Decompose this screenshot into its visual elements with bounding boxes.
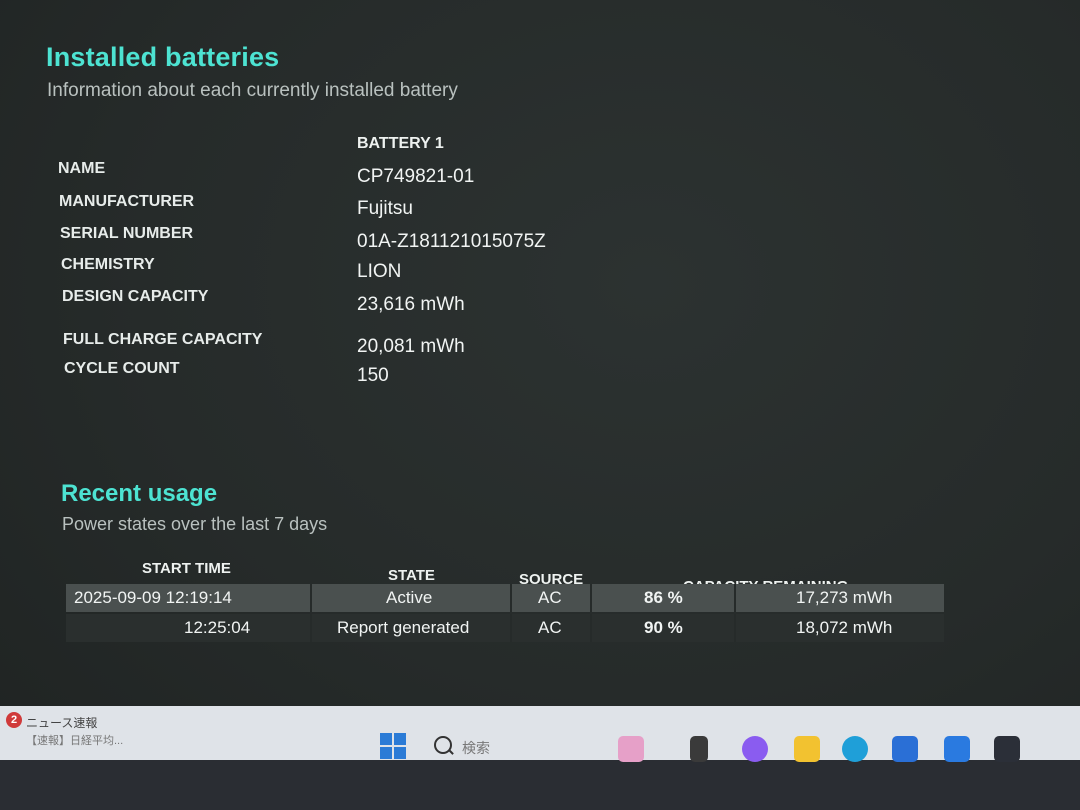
value-full-charge-capacity: 20,081 mWh bbox=[357, 336, 465, 357]
column-state: STATE bbox=[388, 567, 435, 584]
label-manufacturer: MANUFACTURER bbox=[59, 193, 195, 210]
label-name: NAME bbox=[58, 160, 106, 177]
cell-percent: 90 % bbox=[644, 618, 683, 637]
value-chemistry: LION bbox=[357, 261, 402, 282]
cell-mwh: 17,273 mWh bbox=[796, 588, 893, 607]
recent-usage-table: 2025-09-09 12:19:14 Active AC 86 % 17,27… bbox=[66, 584, 944, 644]
taskbar-search[interactable]: 検索 bbox=[434, 736, 554, 758]
cell-source: AC bbox=[538, 618, 562, 637]
installed-batteries-title: Installed batteries bbox=[46, 42, 280, 72]
cell-state: Report generated bbox=[337, 618, 470, 637]
cell-state: Active bbox=[386, 588, 433, 607]
label-full-charge-capacity: FULL CHARGE CAPACITY bbox=[63, 331, 263, 348]
table-row: 2025-09-09 12:19:14 Active AC 86 % 17,27… bbox=[66, 584, 944, 612]
cell-start-time: 12:25:04 bbox=[184, 618, 251, 637]
news-widget-title: ニュース速報 bbox=[26, 716, 98, 730]
file-explorer-icon[interactable] bbox=[794, 736, 820, 762]
news-widget-headline: 【速報】日経平均... bbox=[26, 735, 124, 747]
microsoft-store-icon[interactable] bbox=[892, 736, 918, 762]
column-divider bbox=[510, 614, 512, 642]
cell-mwh: 18,072 mWh bbox=[796, 618, 893, 637]
label-cycle-count: CYCLE COUNT bbox=[64, 360, 180, 377]
value-design-capacity: 23,616 mWh bbox=[357, 294, 465, 315]
cell-percent: 86 % bbox=[644, 588, 683, 607]
mail-icon[interactable] bbox=[944, 736, 970, 762]
edge-browser-icon[interactable] bbox=[842, 736, 868, 762]
news-widget[interactable]: 2 ニュース速報 【速報】日経平均... bbox=[6, 712, 166, 752]
terminal-icon[interactable] bbox=[994, 736, 1020, 762]
windows-start-icon[interactable] bbox=[380, 733, 406, 759]
value-serial-number: 01A-Z181121015075Z bbox=[357, 231, 546, 252]
flower-widget-icon[interactable] bbox=[618, 736, 644, 762]
value-cycle-count: 150 bbox=[357, 365, 389, 386]
label-chemistry: CHEMISTRY bbox=[61, 256, 155, 273]
monitor-bezel bbox=[0, 760, 1080, 810]
column-start-time: START TIME bbox=[142, 560, 231, 577]
column-divider bbox=[310, 584, 312, 612]
search-placeholder: 検索 bbox=[462, 740, 490, 756]
task-view-icon[interactable] bbox=[690, 736, 708, 762]
value-manufacturer: Fujitsu bbox=[357, 198, 413, 219]
news-notification-badge: 2 bbox=[6, 712, 22, 728]
column-divider bbox=[510, 584, 512, 612]
column-divider bbox=[590, 584, 592, 612]
installed-batteries-subtitle: Information about each currently install… bbox=[47, 80, 458, 101]
column-divider bbox=[310, 614, 312, 642]
cell-start-time: 2025-09-09 12:19:14 bbox=[74, 588, 232, 607]
search-icon bbox=[434, 736, 452, 754]
column-divider bbox=[590, 614, 592, 642]
recent-usage-title: Recent usage bbox=[61, 480, 218, 507]
column-divider bbox=[734, 584, 736, 612]
value-name: CP749821-01 bbox=[357, 166, 475, 187]
battery-1-header: BATTERY 1 bbox=[357, 135, 444, 152]
column-divider bbox=[734, 614, 736, 642]
label-serial-number: SERIAL NUMBER bbox=[60, 225, 194, 242]
recent-usage-subtitle: Power states over the last 7 days bbox=[62, 514, 328, 534]
copilot-icon[interactable] bbox=[742, 736, 768, 762]
cell-source: AC bbox=[538, 588, 562, 607]
label-design-capacity: DESIGN CAPACITY bbox=[62, 288, 209, 305]
table-row: 12:25:04 Report generated AC 90 % 18,072… bbox=[66, 614, 944, 642]
